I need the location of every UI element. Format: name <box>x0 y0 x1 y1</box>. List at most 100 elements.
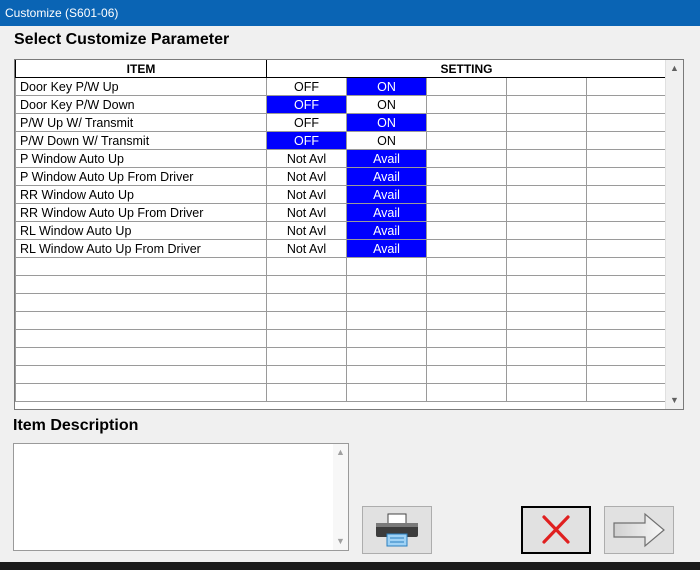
empty-setting-cell <box>586 185 667 204</box>
item-name-cell[interactable]: P Window Auto Up From Driver <box>15 167 267 186</box>
table-row[interactable]: RL Window Auto Up From Driver Not Avl Avai… <box>15 239 667 258</box>
setting-option-cell[interactable]: Avail <box>346 149 427 168</box>
setting-option-cell[interactable]: Avail <box>346 239 427 258</box>
empty-cell <box>15 311 267 330</box>
setting-option-cell[interactable]: ON <box>346 131 427 150</box>
setting-option-cell[interactable]: Not Avl <box>266 203 347 222</box>
empty-cell <box>506 347 587 366</box>
empty-setting-cell <box>506 203 587 222</box>
scroll-down-icon[interactable]: ▼ <box>666 392 683 409</box>
setting-option-cell[interactable]: OFF <box>266 95 347 114</box>
empty-setting-cell <box>506 77 587 96</box>
empty-table-row <box>15 275 667 294</box>
empty-cell <box>266 257 347 276</box>
item-name-cell[interactable]: P/W Down W/ Transmit <box>15 131 267 150</box>
empty-setting-cell <box>506 95 587 114</box>
empty-cell <box>506 275 587 294</box>
empty-cell <box>346 383 427 402</box>
empty-cell <box>506 293 587 312</box>
item-name-cell[interactable]: Door Key P/W Down <box>15 95 267 114</box>
empty-cell <box>586 383 667 402</box>
empty-setting-cell <box>586 203 667 222</box>
parameter-table: ITEM SETTING Door Key P/W Up OFF ON Door Ke… <box>15 60 667 402</box>
next-button[interactable] <box>604 506 674 554</box>
empty-setting-cell <box>426 95 507 114</box>
setting-option-cell[interactable]: Not Avl <box>266 167 347 186</box>
empty-table-row <box>15 383 667 402</box>
column-header-item: ITEM <box>15 60 267 78</box>
empty-cell <box>15 293 267 312</box>
print-button[interactable] <box>362 506 432 554</box>
setting-option-cell[interactable]: Avail <box>346 185 427 204</box>
empty-cell <box>586 311 667 330</box>
scroll-down-icon[interactable]: ▼ <box>333 533 348 550</box>
empty-cell <box>266 311 347 330</box>
table-row[interactable]: RR Window Auto Up Not Avl Avail <box>15 185 667 204</box>
empty-table-row <box>15 257 667 276</box>
empty-cell <box>586 275 667 294</box>
item-name-cell[interactable]: RR Window Auto Up From Driver <box>15 203 267 222</box>
empty-cell <box>586 365 667 384</box>
empty-setting-cell <box>426 185 507 204</box>
empty-cell <box>426 257 507 276</box>
empty-cell <box>266 365 347 384</box>
empty-cell <box>346 293 427 312</box>
table-row[interactable]: P Window Auto Up From Driver Not Avl Avail <box>15 167 667 186</box>
item-name-cell[interactable]: Door Key P/W Up <box>15 77 267 96</box>
table-row[interactable]: Door Key P/W Down OFF ON <box>15 95 667 114</box>
item-name-cell[interactable]: RL Window Auto Up <box>15 221 267 240</box>
empty-setting-cell <box>506 113 587 132</box>
empty-setting-cell <box>506 239 587 258</box>
empty-setting-cell <box>586 131 667 150</box>
empty-setting-cell <box>506 149 587 168</box>
empty-setting-cell <box>426 77 507 96</box>
cancel-button[interactable] <box>521 506 591 554</box>
setting-option-cell[interactable]: OFF <box>266 77 347 96</box>
table-row[interactable]: RR Window Auto Up From Driver Not Avl Avai… <box>15 203 667 222</box>
table-row[interactable]: RL Window Auto Up Not Avl Avail <box>15 221 667 240</box>
setting-option-cell[interactable]: Avail <box>346 221 427 240</box>
setting-option-cell[interactable]: Not Avl <box>266 149 347 168</box>
setting-option-cell[interactable]: Avail <box>346 167 427 186</box>
empty-cell <box>426 329 507 348</box>
empty-table-row <box>15 311 667 330</box>
setting-option-cell[interactable]: ON <box>346 95 427 114</box>
empty-setting-cell <box>586 221 667 240</box>
table-row[interactable]: P Window Auto Up Not Avl Avail <box>15 149 667 168</box>
empty-cell <box>426 383 507 402</box>
empty-setting-cell <box>506 131 587 150</box>
setting-option-cell[interactable]: Avail <box>346 203 427 222</box>
empty-cell <box>426 365 507 384</box>
setting-option-cell[interactable]: ON <box>346 77 427 96</box>
empty-cell <box>586 329 667 348</box>
setting-option-cell[interactable]: OFF <box>266 131 347 150</box>
item-name-cell[interactable]: P/W Up W/ Transmit <box>15 113 267 132</box>
table-row[interactable]: Door Key P/W Up OFF ON <box>15 77 667 96</box>
item-description-title: Item Description <box>13 417 139 434</box>
scroll-up-icon[interactable]: ▲ <box>333 444 348 461</box>
setting-option-cell[interactable]: ON <box>346 113 427 132</box>
item-description-box[interactable]: ▲ ▼ <box>13 443 349 551</box>
item-name-cell[interactable]: RR Window Auto Up <box>15 185 267 204</box>
empty-cell <box>346 257 427 276</box>
title-bar: Customize (S601-06) <box>0 0 700 26</box>
empty-setting-cell <box>506 221 587 240</box>
empty-cell <box>266 293 347 312</box>
setting-option-cell[interactable]: OFF <box>266 113 347 132</box>
empty-cell <box>15 329 267 348</box>
empty-setting-cell <box>586 95 667 114</box>
table-row[interactable]: P/W Up W/ Transmit OFF ON <box>15 113 667 132</box>
right-arrow-icon <box>613 512 665 548</box>
scroll-up-icon[interactable]: ▲ <box>666 60 683 77</box>
item-name-cell[interactable]: P Window Auto Up <box>15 149 267 168</box>
description-scrollbar[interactable]: ▲ ▼ <box>333 444 348 550</box>
item-name-cell[interactable]: RL Window Auto Up From Driver <box>15 239 267 258</box>
table-row[interactable]: P/W Down W/ Transmit OFF ON <box>15 131 667 150</box>
setting-option-cell[interactable]: Not Avl <box>266 239 347 258</box>
table-scrollbar[interactable]: ▲ ▼ <box>665 60 683 409</box>
empty-cell <box>346 275 427 294</box>
setting-option-cell[interactable]: Not Avl <box>266 185 347 204</box>
setting-option-cell[interactable]: Not Avl <box>266 221 347 240</box>
empty-table-row <box>15 347 667 366</box>
column-header-setting: SETTING <box>266 60 667 78</box>
